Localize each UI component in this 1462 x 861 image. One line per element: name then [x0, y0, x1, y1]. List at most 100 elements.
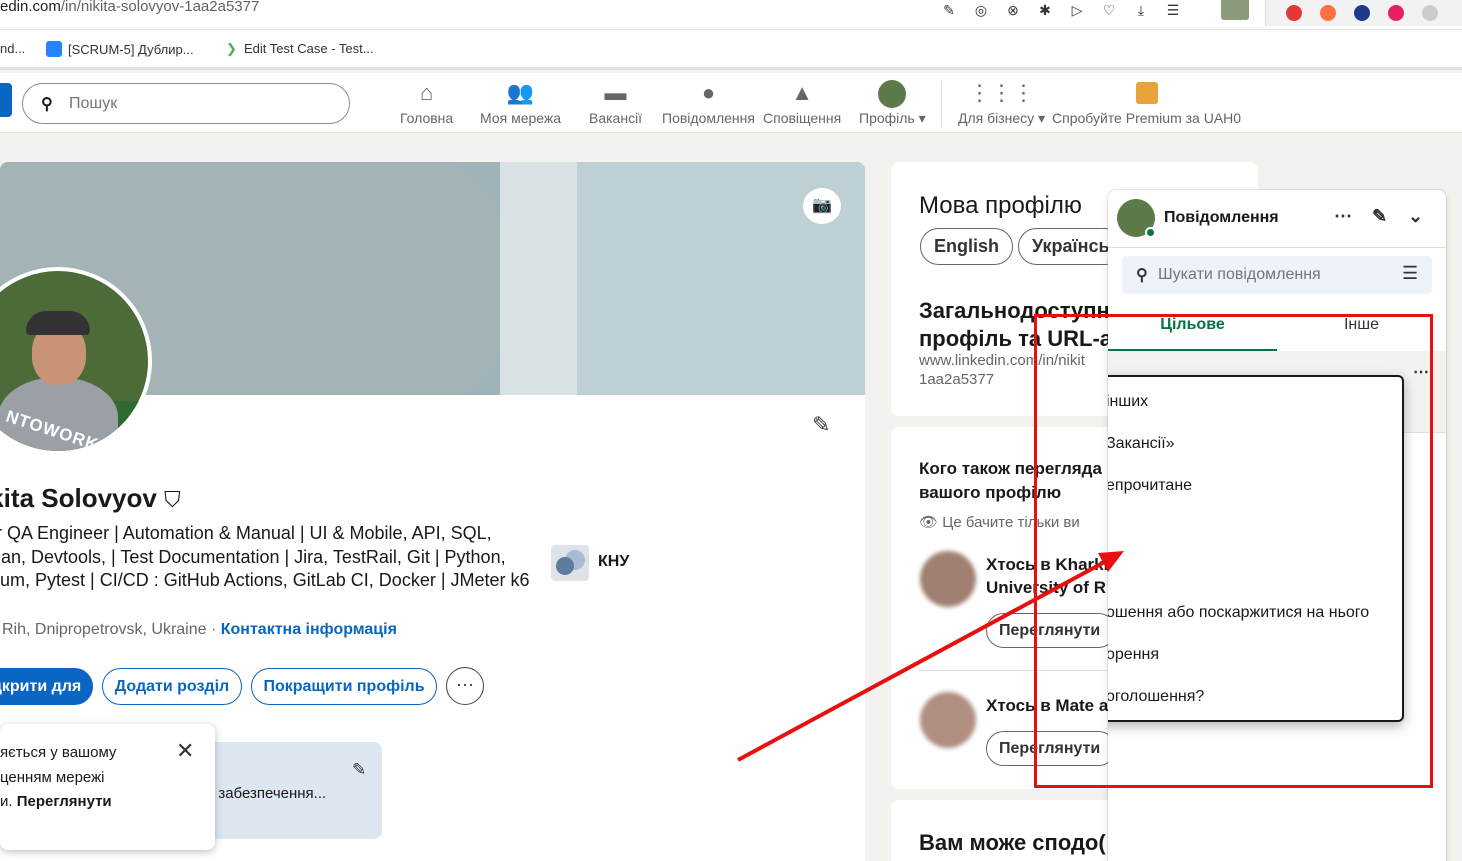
linkedin-logo-icon[interactable] [0, 83, 12, 117]
nav-label: Моя мережа [480, 110, 562, 126]
location-text: vi Rih, Dnipropetrovsk, Ukraine [0, 621, 207, 638]
nav-business[interactable]: ⋮⋮⋮ Для бізнесу ▾ [958, 80, 1045, 127]
messaging-search-input[interactable] [1158, 264, 1378, 286]
send-icon[interactable]: ▷ [1068, 2, 1086, 18]
nav-notifications[interactable]: ▲ Сповіщення [763, 80, 841, 126]
nav-profile[interactable]: Профіль ▾ [859, 80, 926, 127]
nav-home[interactable]: ⌂ Головна [400, 80, 453, 126]
popup-line: и. Переглянути [0, 790, 165, 815]
download-icon[interactable]: ⤓ [1132, 2, 1150, 18]
global-search[interactable]: ⚲ [22, 83, 350, 124]
photo-cap [26, 311, 90, 335]
url-text[interactable]: edin.com/in/nikita-solovyov-1aa2a5377 [0, 0, 259, 15]
edit-profile-pencil-icon[interactable]: ✎ [812, 412, 830, 438]
url-path: /in/nikita-solovyov-1aa2a5377 [60, 0, 260, 15]
search-input[interactable] [69, 93, 329, 115]
bookmark-label: Edit Test Case - Test... [244, 41, 374, 56]
education-name[interactable]: КНУ [598, 553, 629, 571]
annotation-highlight-box [1034, 314, 1433, 788]
block-icon[interactable]: ⊗ [1004, 2, 1022, 18]
online-status-icon [1145, 227, 1156, 238]
network-icon: 👥 [506, 80, 535, 105]
popup-line-prefix: и. [0, 793, 13, 810]
browser-profile-avatar[interactable] [1221, 0, 1249, 20]
nav-label: Вакансії [589, 110, 643, 126]
compose-icon[interactable]: ✎ [1372, 206, 1387, 227]
extension-icon[interactable] [1286, 5, 1302, 21]
person-avatar[interactable] [920, 551, 976, 607]
verified-shield-icon[interactable]: ⛉ [164, 487, 181, 512]
profile-language-title: Мова профілю [919, 192, 1082, 219]
add-section-button[interactable]: Додати розділ [102, 668, 242, 705]
lang-option-english[interactable]: English [920, 228, 1014, 265]
eye-icon: 👁 [919, 514, 939, 531]
jira-icon [46, 41, 62, 57]
nav-label: Спробуйте Premium за UAH0 [1052, 110, 1242, 126]
briefcase-icon: ▬ [604, 80, 627, 105]
chevron-down-icon: ▾ [1038, 110, 1046, 126]
popup-line: яється у вашому [0, 744, 117, 761]
open-to-work-text: ї забезпечення... [210, 785, 327, 802]
grid-icon: ⋮⋮⋮ [968, 80, 1035, 105]
bookmark-item[interactable]: nd... [0, 41, 25, 56]
nav-premium[interactable]: Спробуйте Premium за UAH0 [1052, 80, 1241, 126]
extension-icon[interactable] [1388, 5, 1404, 21]
search-icon: ⚲ [1136, 267, 1148, 284]
bookmarks-bar: nd... [SCRUM-5] Дублир... ❯ Edit Test Cas… [0, 30, 1462, 70]
bookmark-label: [SCRUM-5] Дублир... [68, 41, 194, 57]
profile-headline: or QA Engineer | Automation & Manual | U… [0, 523, 530, 590]
popup-text: яється у вашому ценням мережі и. Перегля… [0, 741, 165, 815]
edit-banner-camera-icon[interactable]: 📷 [803, 188, 841, 224]
close-icon[interactable]: ✕ [176, 738, 194, 764]
extensions-bar [1265, 0, 1462, 26]
nav-messaging[interactable]: ● Повідомлення [662, 80, 755, 126]
bookmark-item[interactable]: ❯ Edit Test Case - Test... [226, 41, 374, 56]
nav-label: Повідомлення [662, 110, 755, 126]
open-to-work-card[interactable]: ї забезпечення... ✎ [200, 742, 382, 839]
edit-pencil-icon[interactable]: ✎ [352, 760, 366, 780]
bookmark-item[interactable]: [SCRUM-5] Дублир... [46, 41, 194, 57]
messaging-search[interactable]: ⚲ ☰ [1122, 256, 1432, 294]
browser-toolbar: ✎ ◎ ⊗ ✱ ▷ ♡ ⤓ ☰ [940, 0, 1182, 20]
more-options-icon[interactable]: ⋯ [1334, 206, 1352, 227]
linkedin-navbar: ⚲ ⌂ Головна 👥 Моя мережа ▬ Вакансії ● Повідо… [0, 73, 1462, 133]
nav-divider [941, 81, 942, 127]
heart-icon[interactable]: ♡ [1100, 2, 1118, 18]
camera-icon[interactable]: ◎ [972, 2, 990, 18]
network-notice-popup: яється у вашому ценням мережі и. Перегля… [0, 724, 215, 850]
browser-url-bar[interactable]: edin.com/in/nikita-solovyov-1aa2a5377 ✎ … [0, 0, 1462, 30]
more-actions-icon[interactable]: ⋯ [446, 667, 484, 705]
profile-name-text: ikita Solovyov [0, 483, 157, 513]
university-logo-icon[interactable] [551, 545, 589, 581]
banner-shape [500, 162, 580, 395]
profile-location: vi Rih, Dnipropetrovsk, Ukraine · Контак… [0, 621, 397, 639]
extension-icon[interactable] [1422, 5, 1438, 21]
popup-view-link[interactable]: Переглянути [17, 793, 112, 810]
open-to-button[interactable]: дкрити для [0, 668, 93, 705]
nav-jobs[interactable]: ▬ Вакансії [589, 80, 642, 126]
messaging-header[interactable]: Повідомлення ⋯ ✎ ⌄ [1108, 190, 1446, 248]
bell-icon: ▲ [791, 80, 813, 105]
extension-icon[interactable] [1320, 5, 1336, 21]
profile-avatar [878, 80, 907, 108]
may-like-title: Вам може сподо( [919, 830, 1106, 855]
nav-network[interactable]: 👥 Моя мережа [480, 80, 561, 126]
messaging-icon: ● [701, 80, 716, 105]
edit-icon[interactable]: ✎ [940, 2, 958, 18]
menu-icon[interactable]: ☰ [1164, 2, 1182, 18]
improve-profile-button[interactable]: Покращити профіль [251, 668, 437, 705]
testrail-icon: ❯ [226, 40, 237, 56]
chevron-down-icon[interactable]: ⌄ [1408, 206, 1423, 227]
extension-icon[interactable] [1354, 5, 1370, 21]
messaging-title: Повідомлення [1164, 209, 1279, 226]
url-host: edin.com [0, 0, 61, 15]
bookmark-label: nd... [0, 41, 26, 56]
contact-info-link[interactable]: Контактна інформація [221, 621, 397, 638]
premium-icon [1135, 82, 1158, 104]
home-icon: ⌂ [419, 80, 434, 105]
nav-label: Для бізнесу [958, 110, 1035, 126]
nav-label: Сповіщення [763, 110, 842, 126]
person-avatar[interactable] [920, 692, 976, 748]
filter-icon[interactable]: ☰ [1402, 263, 1418, 284]
translate-icon[interactable]: ✱ [1036, 2, 1054, 18]
